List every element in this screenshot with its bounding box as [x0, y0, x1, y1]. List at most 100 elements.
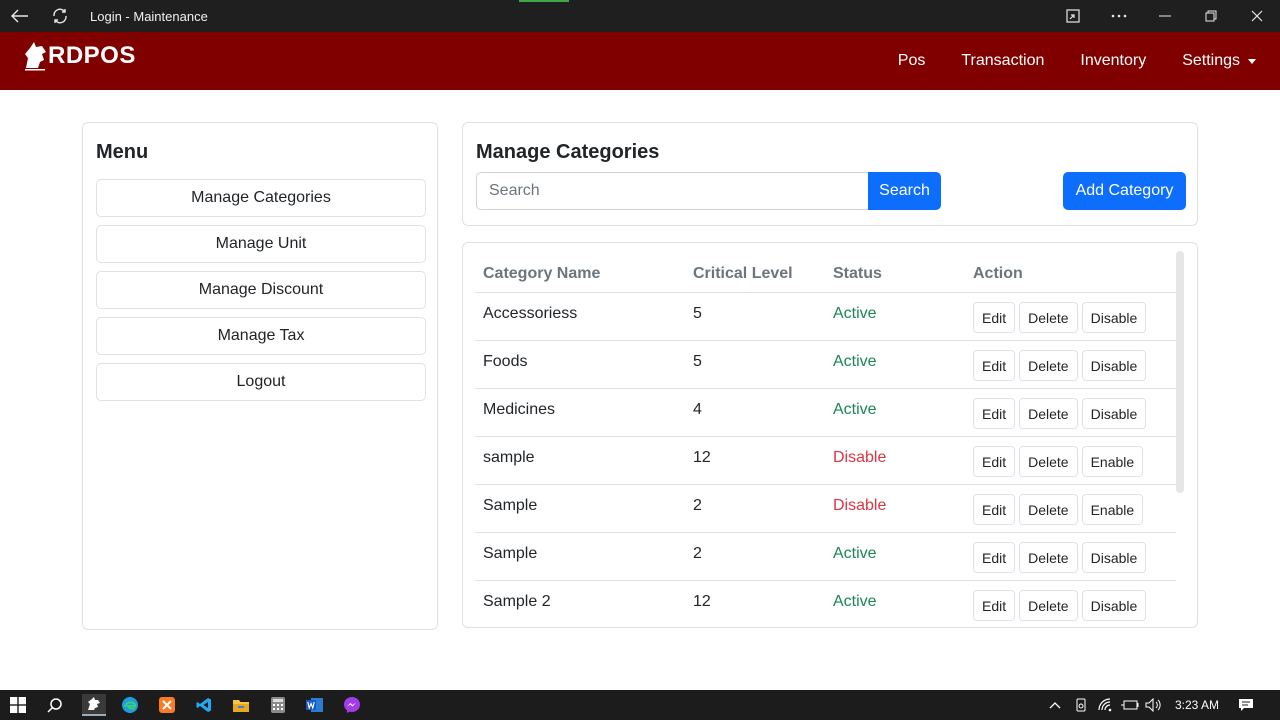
- menu-manage-tax-button[interactable]: Manage Tax: [96, 317, 426, 355]
- enable-button[interactable]: Enable: [1081, 446, 1144, 477]
- status-cell: Disable: [833, 497, 887, 514]
- status-cell: Disable: [833, 449, 887, 466]
- close-icon[interactable]: [1234, 0, 1280, 32]
- notification-icon[interactable]: [1238, 690, 1256, 720]
- table-row: Accessoriess 5 Active Edit Delete Disabl…: [475, 293, 1176, 341]
- clock-time[interactable]: 3:23 AM: [1175, 690, 1223, 720]
- menu-manage-categories-button[interactable]: Manage Categories: [96, 179, 426, 217]
- table-scrollbar[interactable]: [1176, 251, 1184, 493]
- menu-manage-discount-button[interactable]: Manage Discount: [96, 271, 426, 309]
- chevron-down-icon: [1248, 58, 1256, 64]
- menu-manage-unit-button[interactable]: Manage Unit: [96, 225, 426, 263]
- column-header-action: Action: [973, 264, 1023, 282]
- rdpos-app-icon[interactable]: [82, 694, 106, 716]
- battery-plug-icon[interactable]: [1121, 690, 1139, 720]
- edit-button[interactable]: Edit: [973, 446, 1016, 477]
- delete-button[interactable]: Delete: [1019, 446, 1078, 477]
- status-cell: Active: [833, 401, 877, 418]
- windows-start-icon[interactable]: [7, 694, 29, 716]
- status-cell: Active: [833, 593, 877, 610]
- refresh-icon[interactable]: [40, 0, 80, 32]
- category-name-cell: Sample 2: [483, 593, 551, 610]
- category-name-cell: Accessoriess: [483, 305, 578, 322]
- word-icon[interactable]: [304, 694, 326, 716]
- delete-button[interactable]: Delete: [1019, 302, 1078, 333]
- critical-level-cell: 2: [693, 497, 702, 514]
- disable-button[interactable]: Disable: [1081, 350, 1147, 381]
- screen-cast-icon[interactable]: [1050, 0, 1096, 32]
- status-cell: Active: [833, 545, 877, 562]
- xampp-icon[interactable]: [156, 694, 178, 716]
- delete-button[interactable]: Delete: [1019, 494, 1078, 525]
- chevron-up-icon[interactable]: [1049, 690, 1065, 720]
- edit-button[interactable]: Edit: [973, 542, 1016, 573]
- nav-transaction[interactable]: Transaction: [961, 52, 1044, 70]
- table-header: Category Name Critical Level Status Acti…: [475, 255, 1176, 293]
- menu-card: Menu Manage Categories Manage Unit Manag…: [82, 122, 438, 630]
- column-header-category-name: Category Name: [483, 264, 601, 282]
- status-cell: Active: [833, 305, 877, 322]
- category-name-cell: Medicines: [483, 401, 556, 418]
- search-button[interactable]: Search: [868, 172, 941, 210]
- menu-logout-button[interactable]: Logout: [96, 363, 426, 401]
- search-input[interactable]: [476, 172, 869, 210]
- calculator-icon[interactable]: [267, 694, 289, 716]
- table-row: Sample 2 Disable Edit Delete Enable: [475, 485, 1176, 533]
- vscode-icon[interactable]: [193, 694, 215, 716]
- table-row: Sample 2 Active Edit Delete Disable: [475, 533, 1176, 581]
- brand-logo[interactable]: RDPOS: [22, 40, 136, 72]
- edge-icon[interactable]: [119, 694, 141, 716]
- nav-settings-dropdown[interactable]: Settings: [1182, 52, 1256, 70]
- edit-button[interactable]: Edit: [973, 398, 1016, 429]
- page-title: Manage Categories: [476, 141, 660, 163]
- edit-button[interactable]: Edit: [973, 302, 1016, 333]
- nav-inventory[interactable]: Inventory: [1080, 52, 1146, 70]
- enable-button[interactable]: Enable: [1081, 494, 1144, 525]
- critical-level-cell: 12: [693, 449, 711, 466]
- nav-pos[interactable]: Pos: [898, 52, 926, 70]
- top-navbar: RDPOS Pos Transaction Inventory Settings: [0, 32, 1280, 90]
- disable-button[interactable]: Disable: [1081, 398, 1147, 429]
- table-row: sample 12 Disable Edit Delete Enable: [475, 437, 1176, 485]
- delete-button[interactable]: Delete: [1019, 542, 1078, 573]
- critical-level-cell: 12: [693, 593, 711, 610]
- manage-categories-header-card: Manage Categories Search Add Category: [462, 122, 1198, 226]
- category-name-cell: Sample: [483, 545, 538, 562]
- table-row: Foods 5 Active Edit Delete Disable: [475, 341, 1176, 389]
- device-icon[interactable]: [1074, 690, 1090, 720]
- critical-level-cell: 4: [693, 401, 702, 418]
- back-arrow-icon[interactable]: [0, 0, 40, 32]
- minimize-icon[interactable]: [1142, 0, 1188, 32]
- restore-icon[interactable]: [1188, 0, 1234, 32]
- messenger-icon[interactable]: [341, 694, 363, 716]
- status-cell: Active: [833, 353, 877, 370]
- delete-button[interactable]: Delete: [1019, 350, 1078, 381]
- menu-title: Menu: [96, 141, 149, 163]
- search-icon[interactable]: [44, 694, 66, 716]
- delete-button[interactable]: Delete: [1019, 590, 1078, 621]
- brand-name: RDPOS: [48, 42, 136, 69]
- volume-icon[interactable]: [1145, 690, 1163, 720]
- delete-button[interactable]: Delete: [1019, 398, 1078, 429]
- titlebar-accent: [519, 0, 569, 2]
- disable-button[interactable]: Disable: [1081, 302, 1147, 333]
- edit-button[interactable]: Edit: [973, 494, 1016, 525]
- window-titlebar: Login - Maintenance: [0, 0, 1280, 32]
- edit-button[interactable]: Edit: [973, 590, 1016, 621]
- disable-button[interactable]: Disable: [1081, 590, 1147, 621]
- critical-level-cell: 5: [693, 305, 702, 322]
- nav-settings-label: Settings: [1182, 52, 1240, 69]
- file-explorer-icon[interactable]: [230, 694, 252, 716]
- critical-level-cell: 2: [693, 545, 702, 562]
- add-category-button[interactable]: Add Category: [1063, 172, 1186, 210]
- critical-level-cell: 5: [693, 353, 702, 370]
- edit-button[interactable]: Edit: [973, 350, 1016, 381]
- category-name-cell: Sample: [483, 497, 538, 514]
- category-name-cell: Foods: [483, 353, 528, 370]
- wifi-icon[interactable]: [1098, 690, 1114, 720]
- more-icon[interactable]: [1096, 0, 1142, 32]
- categories-table-card: Category Name Critical Level Status Acti…: [462, 242, 1198, 628]
- table-row: Sample 2 12 Active Edit Delete Disable: [475, 581, 1176, 627]
- disable-button[interactable]: Disable: [1081, 542, 1147, 573]
- table-row: Medicines 4 Active Edit Delete Disable: [475, 389, 1176, 437]
